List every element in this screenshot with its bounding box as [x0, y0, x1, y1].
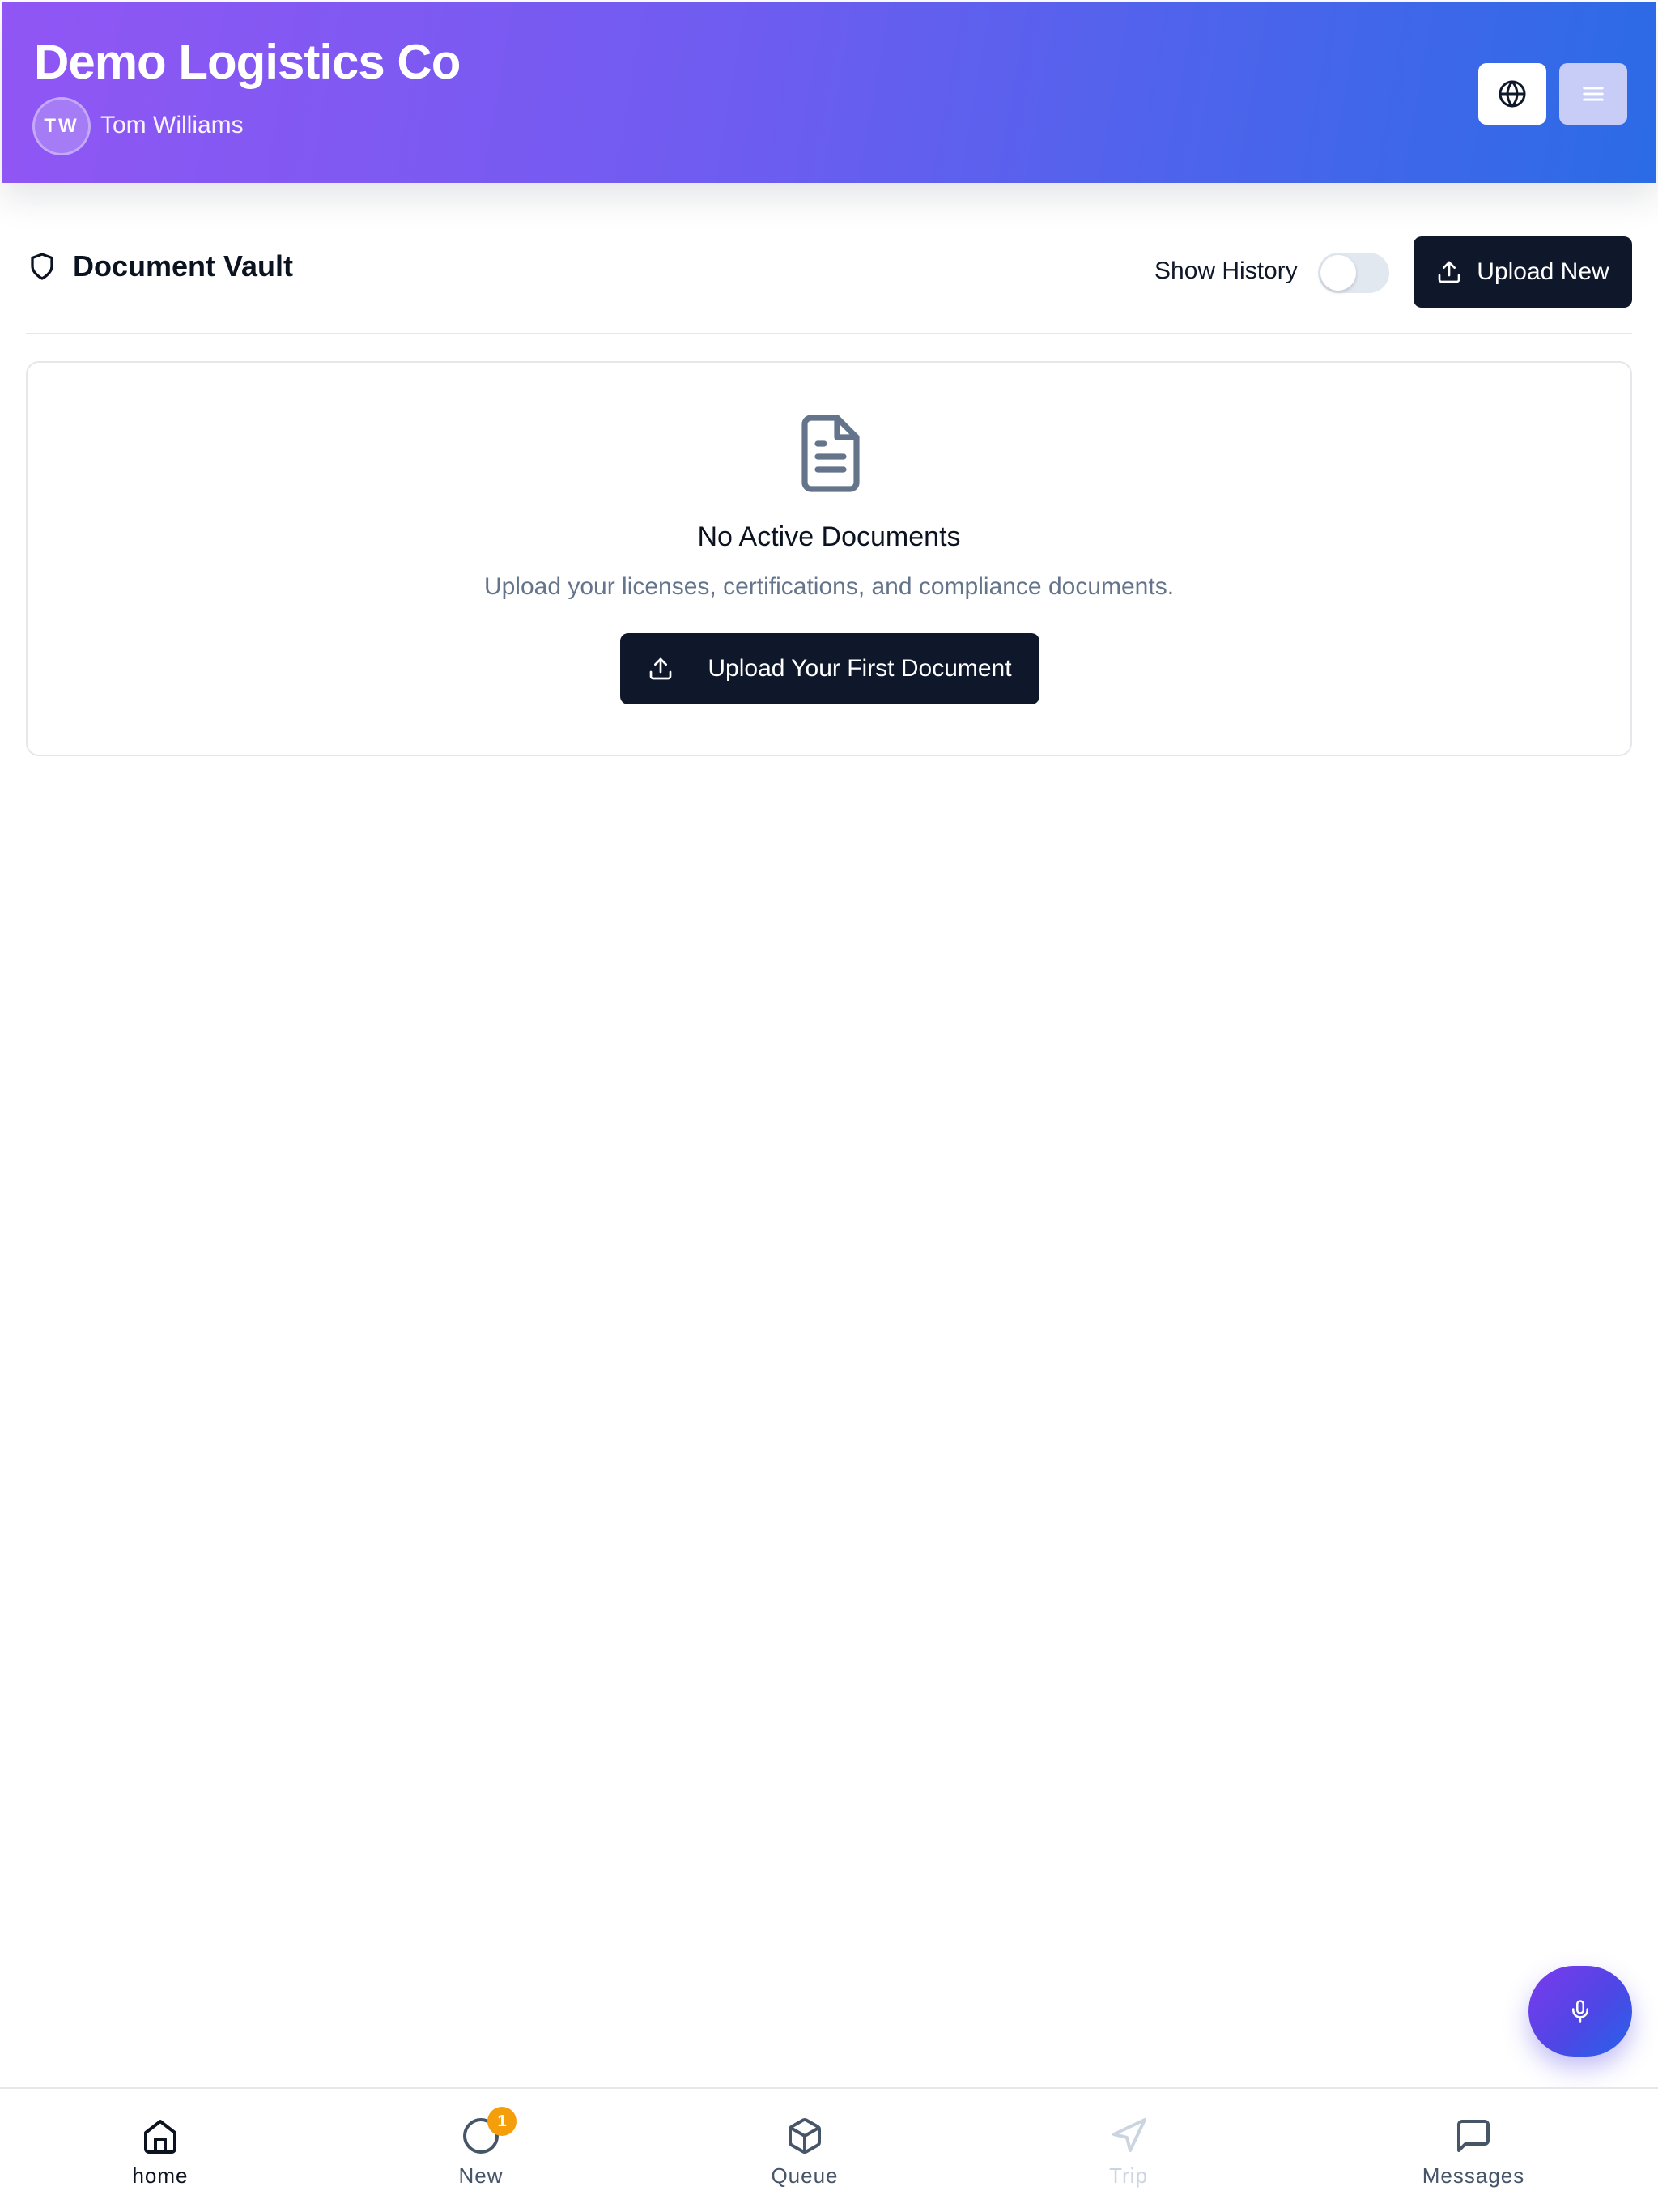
upload-icon: [650, 657, 672, 680]
empty-state-description: Upload your licenses, certifications, an…: [483, 573, 1175, 600]
home-icon: [144, 2120, 176, 2154]
toggle-knob: [1320, 255, 1356, 291]
nav-label-home: home: [132, 2163, 189, 2188]
nav-item-messages[interactable]: Messages: [1384, 2089, 1562, 2212]
nav-item-queue[interactable]: Queue: [716, 2089, 894, 2212]
empty-state-card: No Active Documents Upload your licenses…: [26, 361, 1632, 756]
company-name: Demo Logistics Co: [34, 35, 461, 89]
globe-icon: [1499, 80, 1526, 108]
shield-icon: [31, 253, 53, 280]
app-header: Demo Logistics Co TW Tom Williams: [2, 2, 1656, 183]
vault-header: Document Vault: [28, 249, 293, 283]
nav-label-queue: Queue: [771, 2163, 839, 2188]
upload-icon: [1438, 261, 1460, 283]
show-history-toggle[interactable]: [1318, 253, 1389, 293]
nav-label-trip: Trip: [1109, 2163, 1148, 2188]
page-title: Document Vault: [73, 249, 294, 283]
menu-icon: [1583, 87, 1604, 101]
show-history-label: Show History: [1154, 257, 1298, 284]
bottom-nav: home 1 New Queue Trip Messages: [0, 2087, 1658, 2212]
nav-label-new: New: [458, 2163, 504, 2188]
nav-item-home[interactable]: home: [71, 2089, 249, 2212]
language-button[interactable]: [1478, 63, 1546, 125]
notification-badge: 1: [487, 2107, 517, 2136]
upload-new-label: Upload New: [1477, 258, 1609, 285]
menu-button[interactable]: [1559, 63, 1627, 125]
empty-state-title: No Active Documents: [697, 521, 961, 552]
user-name: Tom Williams: [100, 112, 244, 138]
upload-first-document-button[interactable]: Upload Your First Document: [620, 633, 1039, 704]
upload-new-button[interactable]: Upload New: [1414, 236, 1632, 308]
message-icon: [1457, 2120, 1490, 2152]
divider: [26, 333, 1632, 334]
upload-first-label: Upload Your First Document: [708, 655, 1012, 682]
nav-item-trip[interactable]: Trip: [1039, 2089, 1218, 2212]
microphone-icon: [1572, 2000, 1588, 2023]
navigation-icon: [1112, 2118, 1146, 2152]
package-icon: [789, 2118, 821, 2154]
file-text-icon: [801, 415, 860, 492]
voice-assistant-button[interactable]: [1528, 1966, 1632, 2057]
nav-item-new[interactable]: 1 New: [392, 2089, 570, 2212]
avatar[interactable]: TW: [32, 97, 91, 155]
nav-label-messages: Messages: [1422, 2163, 1525, 2188]
